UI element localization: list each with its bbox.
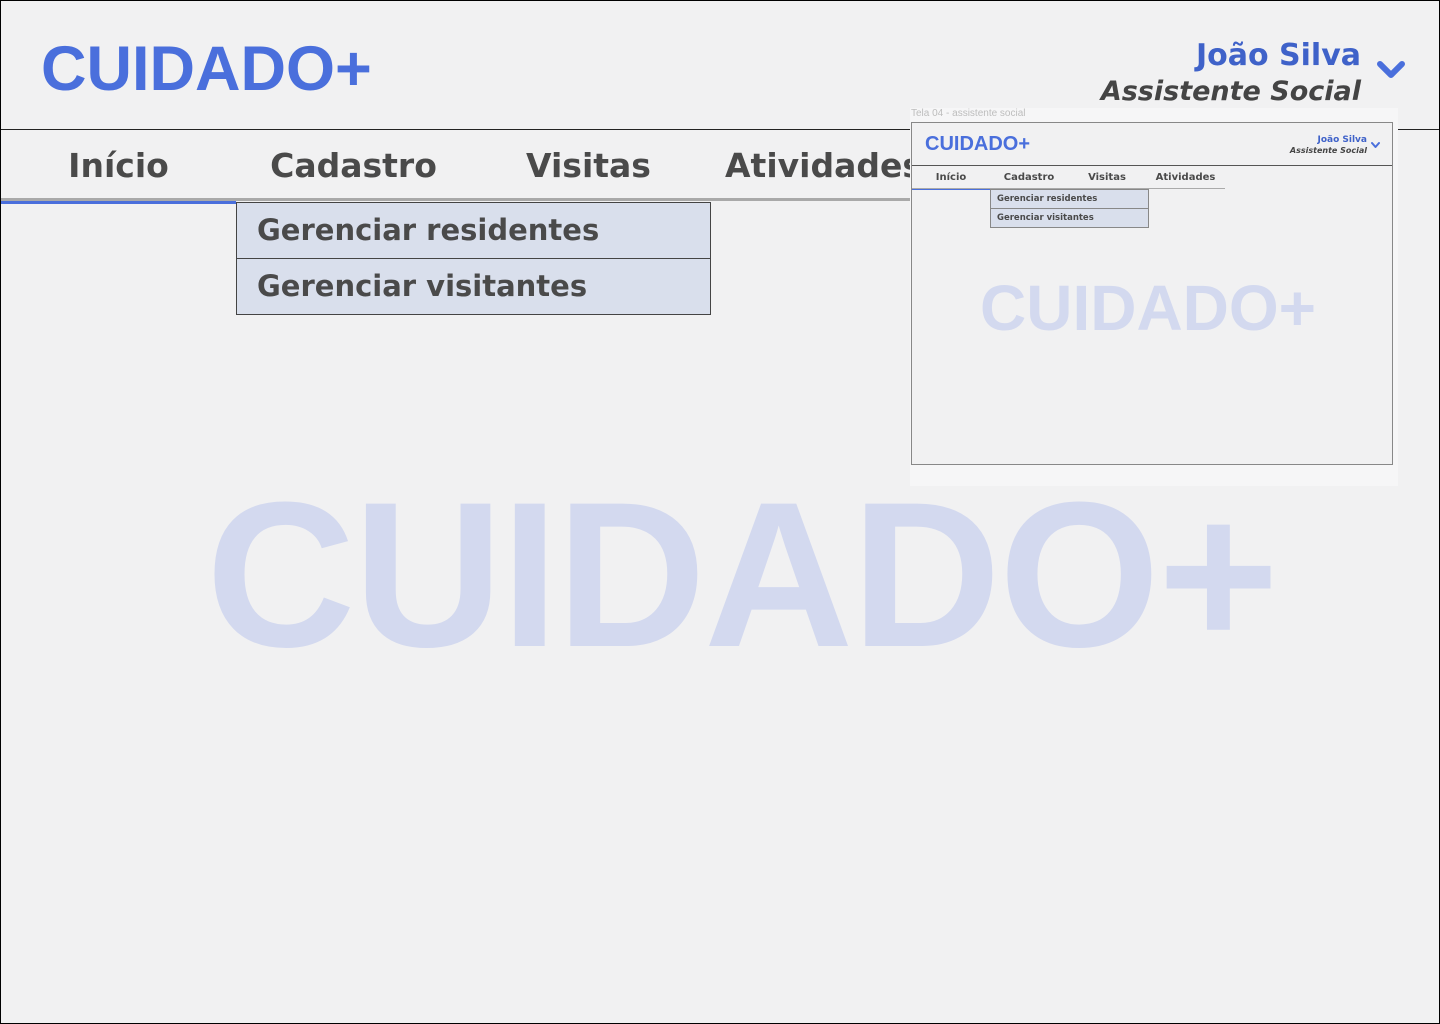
- thumbnail-nav: Início Cadastro Visitas Atividades: [912, 167, 1225, 190]
- background-watermark: CUIDADO+: [206, 459, 1279, 690]
- user-role: Assistente Social: [1100, 76, 1361, 107]
- thumbnail-watermark: CUIDADO+: [980, 272, 1317, 344]
- user-name: João Silva: [1195, 38, 1361, 73]
- menu-item-gerenciar-visitantes[interactable]: Gerenciar visitantes: [237, 258, 710, 314]
- thumbnail-tab-cadastro: Cadastro: [1003, 172, 1055, 183]
- cadastro-dropdown-menu: Gerenciar residentes Gerenciar visitante…: [236, 202, 711, 315]
- thumbnail-dropdown: Gerenciar residentes Gerenciar visitante…: [990, 189, 1149, 228]
- chevron-down-icon[interactable]: [1375, 57, 1407, 83]
- main-nav: Início Cadastro Visitas Atividades: [1, 131, 922, 204]
- thumbnail-header-divider: [912, 165, 1392, 166]
- app-screen: CUIDADO+ João Silva Assistente Social In…: [0, 0, 1440, 1024]
- thumbnail-logo: CUIDADO+: [925, 133, 1031, 155]
- user-profile[interactable]: João Silva Assistente Social: [1101, 37, 1361, 109]
- menu-item-gerenciar-residentes[interactable]: Gerenciar residentes: [237, 203, 710, 258]
- app-logo[interactable]: CUIDADO+: [41, 33, 372, 105]
- thumbnail-menu-item: Gerenciar residentes: [997, 194, 1098, 204]
- thumbnail-user-name: João Silva: [1317, 135, 1367, 145]
- tab-inicio[interactable]: Início: [1, 131, 236, 204]
- thumbnail-tab-atividades: Atividades: [1155, 172, 1216, 183]
- thumbnail-caption: Tela 04 - assistente social: [911, 108, 1026, 119]
- thumbnail-menu-item: Gerenciar visitantes: [991, 208, 1148, 227]
- tab-visitas[interactable]: Visitas: [471, 131, 706, 201]
- thumbnail-screen: CUIDADO+ João Silva Assistente Social In…: [911, 122, 1393, 465]
- tab-atividades[interactable]: Atividades: [706, 131, 941, 201]
- chevron-down-icon: [1371, 142, 1380, 148]
- thumbnail-user: João Silva Assistente Social: [1290, 135, 1367, 156]
- thumbnail-tab-inicio: Início: [912, 167, 990, 190]
- thumbnail-tab-visitas: Visitas: [1088, 172, 1126, 183]
- tab-cadastro[interactable]: Cadastro: [236, 131, 471, 201]
- thumbnail-user-role: Assistente Social: [1289, 146, 1367, 155]
- screen-thumbnail: Tela 04 - assistente social CUIDADO+ Joã…: [910, 108, 1398, 486]
